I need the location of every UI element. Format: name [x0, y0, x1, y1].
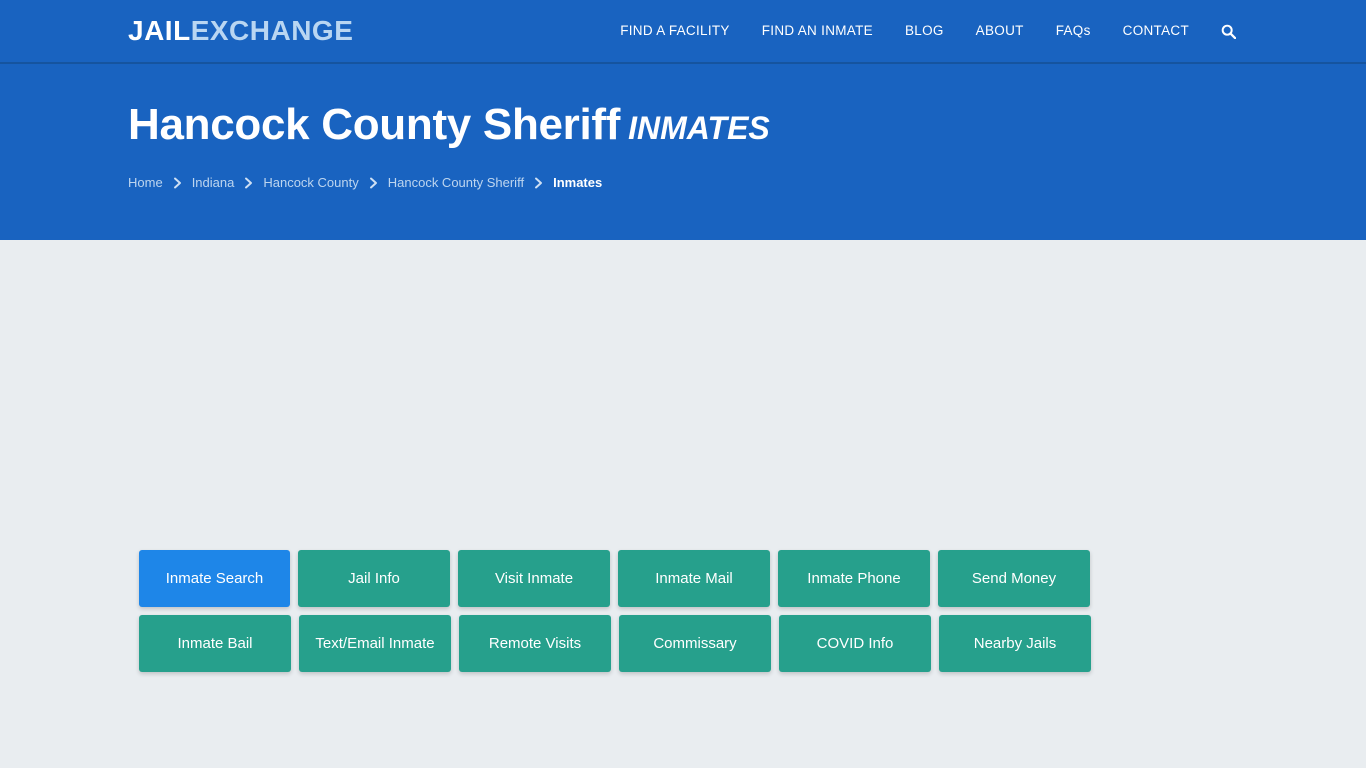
main-navigation: FIND A FACILITY FIND AN INMATE BLOG ABOU…: [604, 0, 1238, 63]
chevron-right-icon: [534, 177, 543, 189]
tab-text-email-inmate[interactable]: Text/Email Inmate: [299, 615, 451, 672]
chevron-right-icon: [369, 177, 378, 189]
facility-tabs: Inmate Search Jail Info Visit Inmate Inm…: [0, 550, 1366, 672]
tab-inmate-phone[interactable]: Inmate Phone: [778, 550, 930, 607]
chevron-right-icon: [173, 177, 182, 189]
tab-inmate-search[interactable]: Inmate Search: [139, 550, 290, 607]
site-header: JAILEXCHANGE FIND A FACILITY FIND AN INM…: [0, 0, 1366, 64]
tab-nearby-jails[interactable]: Nearby Jails: [939, 615, 1091, 672]
page-title-facility: Hancock County Sheriff: [128, 100, 621, 149]
breadcrumb-item-home[interactable]: Home: [128, 175, 163, 190]
tab-commissary[interactable]: Commissary: [619, 615, 771, 672]
tab-inmate-bail[interactable]: Inmate Bail: [139, 615, 291, 672]
nav-item-blog[interactable]: BLOG: [889, 0, 960, 63]
breadcrumb-item-indiana[interactable]: Indiana: [192, 175, 235, 190]
nav-item-find-an-inmate[interactable]: FIND AN INMATE: [746, 0, 889, 63]
tab-send-money[interactable]: Send Money: [938, 550, 1090, 607]
chevron-right-icon: [244, 177, 253, 189]
site-logo[interactable]: JAILEXCHANGE: [128, 17, 353, 45]
search-icon[interactable]: [1205, 24, 1238, 39]
nav-item-faqs[interactable]: FAQs: [1040, 0, 1107, 63]
tab-inmate-mail[interactable]: Inmate Mail: [618, 550, 770, 607]
breadcrumb-item-inmates-current: Inmates: [553, 175, 603, 191]
logo-text-exchange: EXCHANGE: [190, 15, 354, 46]
nav-item-contact[interactable]: CONTACT: [1107, 0, 1205, 63]
facility-tabs-row: Inmate Search Jail Info Visit Inmate Inm…: [139, 550, 1228, 672]
page-title: Hancock County Sheriff INMATES: [128, 100, 1366, 149]
tab-remote-visits[interactable]: Remote Visits: [459, 615, 611, 672]
nav-item-about[interactable]: ABOUT: [960, 0, 1040, 63]
page-title-section: INMATES: [628, 110, 770, 146]
ad-placeholder-region: [0, 240, 1366, 550]
tab-covid-info[interactable]: COVID Info: [779, 615, 931, 672]
logo-text-jail: JAIL: [128, 15, 191, 46]
nav-item-find-a-facility[interactable]: FIND A FACILITY: [604, 0, 746, 63]
main-content: Inmate Search Jail Info Visit Inmate Inm…: [0, 240, 1366, 768]
breadcrumb: Home Indiana Hancock County Hancock Coun…: [128, 175, 1366, 190]
breadcrumb-item-hancock-county[interactable]: Hancock County: [263, 175, 358, 190]
tab-visit-inmate[interactable]: Visit Inmate: [458, 550, 610, 607]
tab-jail-info[interactable]: Jail Info: [298, 550, 450, 607]
hero-banner: Hancock County Sheriff INMATES Home India…: [0, 64, 1366, 240]
breadcrumb-item-hancock-county-sheriff[interactable]: Hancock County Sheriff: [388, 175, 524, 190]
